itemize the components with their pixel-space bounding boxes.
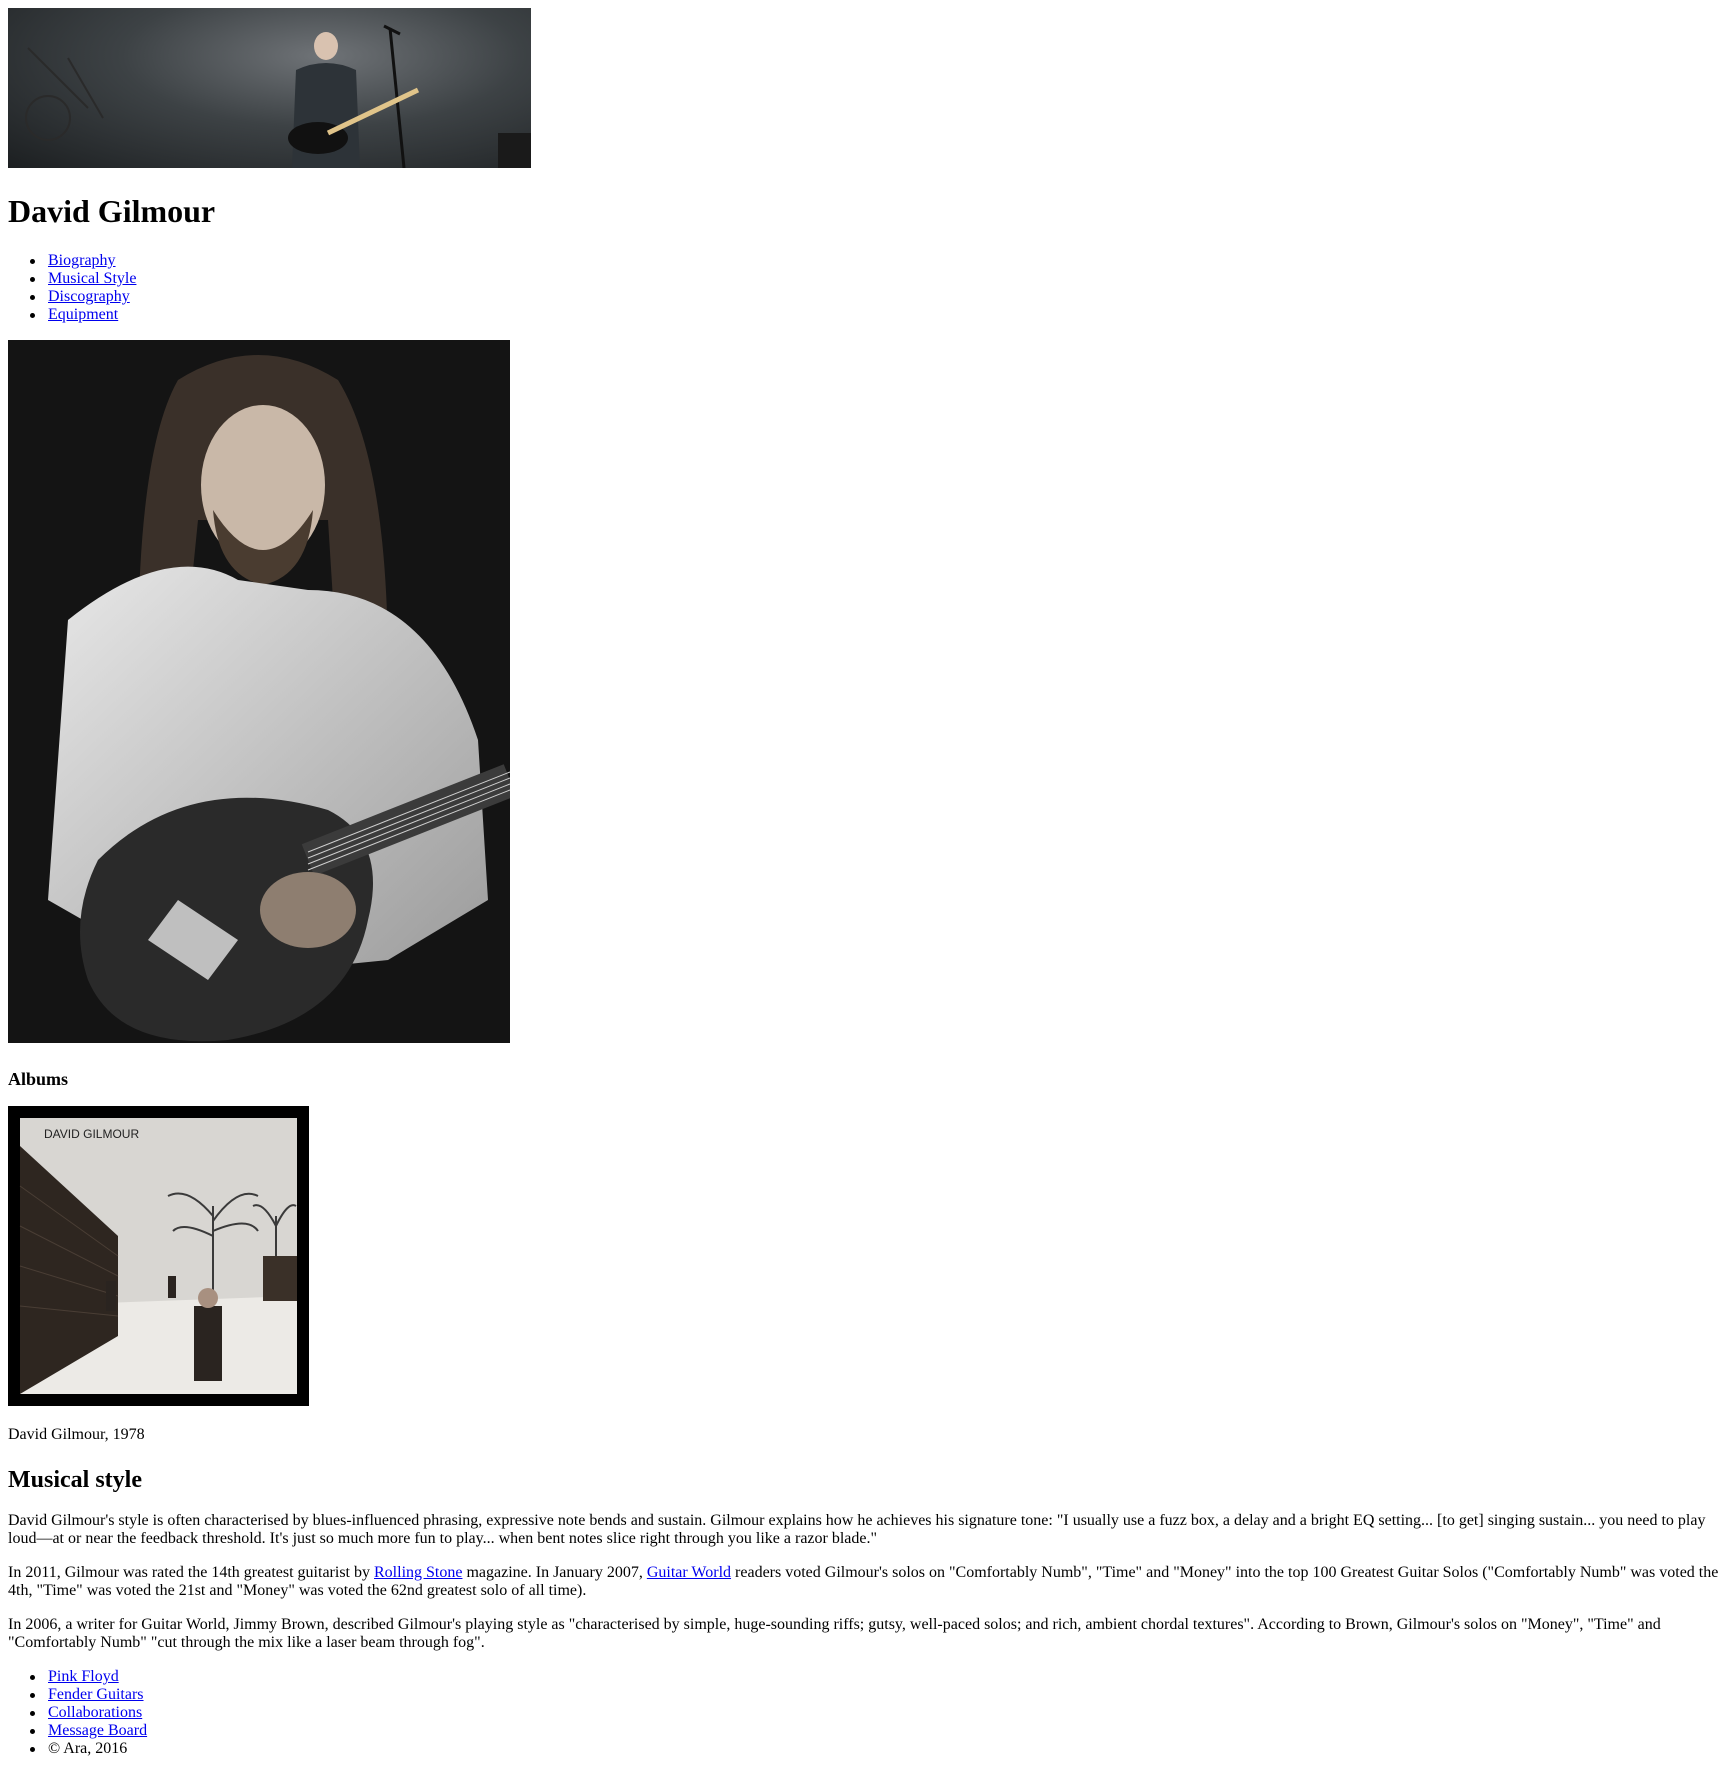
musical-style-paragraph-1: David Gilmour's style is often character…: [8, 1512, 1706, 1547]
header-banner-image: [8, 8, 531, 168]
footer-item-collaborations: Collaborations: [8, 1704, 147, 1722]
page-title: David Gilmour: [8, 193, 216, 229]
musical-style-heading: Musical style: [8, 1467, 142, 1493]
footer-nav: Pink Floyd Fender Guitars Collaborations…: [8, 1668, 147, 1758]
footer-copyright: © Ara, 2016: [8, 1740, 147, 1758]
nav-item-discography: Discography: [8, 288, 136, 306]
footer-link-fender-guitars[interactable]: Fender Guitars: [48, 1686, 144, 1703]
para2-text-a: In 2011, Gilmour was rated the 14th grea…: [8, 1564, 374, 1581]
nav-link-discography[interactable]: Discography: [48, 288, 130, 305]
nav-item-equipment: Equipment: [8, 306, 136, 324]
album-caption: David Gilmour, 1978: [8, 1426, 145, 1443]
footer-link-message-board[interactable]: Message Board: [48, 1722, 147, 1739]
nav-item-biography: Biography: [8, 252, 136, 270]
nav-item-musical-style: Musical Style: [8, 270, 136, 288]
rolling-stone-link[interactable]: Rolling Stone: [374, 1564, 462, 1581]
para2-text-b: magazine. In January 2007,: [462, 1564, 647, 1581]
footer-link-collaborations[interactable]: Collaborations: [48, 1704, 142, 1721]
nav-link-equipment[interactable]: Equipment: [48, 306, 118, 323]
footer-item-message-board: Message Board: [8, 1722, 147, 1740]
musical-style-paragraph-3: In 2006, a writer for Guitar World, Jimm…: [8, 1616, 1661, 1651]
album-cover-title: DAVID GILMOUR: [44, 1127, 139, 1141]
albums-heading: Albums: [8, 1069, 69, 1089]
footer-item-fender-guitars: Fender Guitars: [8, 1686, 147, 1704]
portrait-photo: [8, 340, 510, 1043]
nav-link-biography[interactable]: Biography: [48, 252, 116, 269]
nav-link-musical-style[interactable]: Musical Style: [48, 270, 136, 287]
main-nav: Biography Musical Style Discography Equi…: [8, 252, 136, 324]
album-cover-image[interactable]: DAVID GILMOUR: [8, 1106, 309, 1406]
footer-item-pink-floyd: Pink Floyd: [8, 1668, 147, 1686]
footer-link-pink-floyd[interactable]: Pink Floyd: [48, 1668, 119, 1685]
guitar-world-link[interactable]: Guitar World: [647, 1564, 731, 1581]
musical-style-paragraph-2: In 2011, Gilmour was rated the 14th grea…: [8, 1564, 1724, 1600]
